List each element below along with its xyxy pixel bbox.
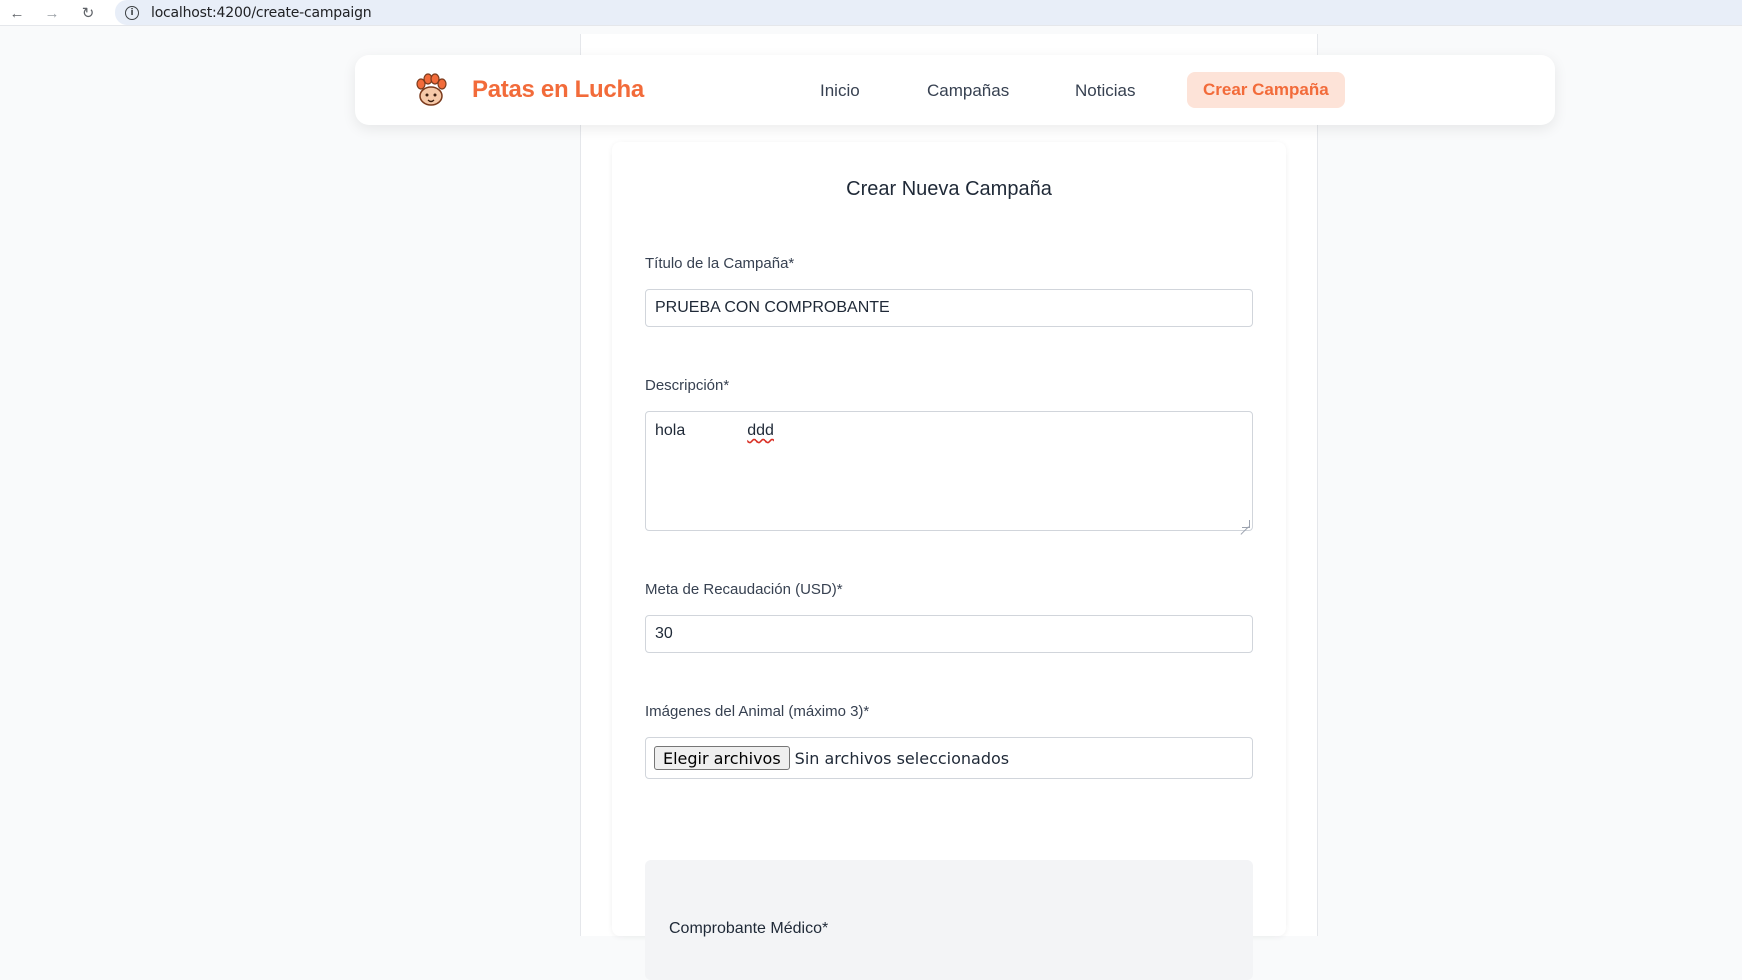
nav-link-noticias[interactable]: Noticias: [1075, 81, 1135, 101]
back-arrow-icon[interactable]: ←: [6, 2, 28, 24]
site-navbar: Patas en Lucha Inicio Campañas Noticias …: [355, 55, 1555, 125]
medical-proof-section: Comprobante Médico*: [645, 860, 1253, 980]
resize-handle-icon[interactable]: [1242, 520, 1250, 528]
description-label: Descripción*: [645, 377, 730, 394]
images-file-input[interactable]: Elegir archivos Sin archivos seleccionad…: [645, 737, 1253, 779]
create-campaign-form: Crear Nueva Campaña Título de la Campaña…: [612, 142, 1286, 980]
nav-link-inicio[interactable]: Inicio: [820, 81, 860, 101]
images-label: Imágenes del Animal (máximo 3)*: [645, 703, 870, 720]
address-bar[interactable]: i localhost:4200/create-campaign: [115, 0, 1742, 25]
nav-link-campanas[interactable]: Campañas: [927, 81, 1009, 101]
description-textarea[interactable]: hola ddd: [645, 411, 1253, 531]
campaign-title-input[interactable]: PRUEBA CON COMPROBANTE: [645, 289, 1253, 327]
medical-proof-label: Comprobante Médico*: [669, 920, 829, 937]
campaign-title-label: Título de la Campaña*: [645, 255, 795, 272]
nav-link-crear-campana[interactable]: Crear Campaña: [1187, 72, 1345, 108]
site-info-icon[interactable]: i: [125, 5, 139, 20]
forward-arrow-icon[interactable]: →: [41, 2, 63, 24]
brand-name[interactable]: Patas en Lucha: [472, 76, 644, 104]
reload-icon[interactable]: ↻: [77, 2, 99, 24]
choose-files-button[interactable]: Elegir archivos: [654, 746, 790, 770]
goal-label: Meta de Recaudación (USD)*: [645, 581, 843, 598]
paw-logo-icon[interactable]: [413, 72, 449, 108]
file-status-text: Sin archivos seleccionados: [794, 748, 1010, 768]
description-misspelled-word: ddd: [747, 422, 774, 439]
description-text-part: hola: [655, 422, 686, 439]
url-text: localhost:4200/create-campaign: [151, 4, 372, 21]
browser-toolbar: ← → ↻ i localhost:4200/create-campaign: [0, 0, 1742, 26]
goal-input[interactable]: 30: [645, 615, 1253, 653]
form-title: Crear Nueva Campaña: [846, 178, 1052, 200]
